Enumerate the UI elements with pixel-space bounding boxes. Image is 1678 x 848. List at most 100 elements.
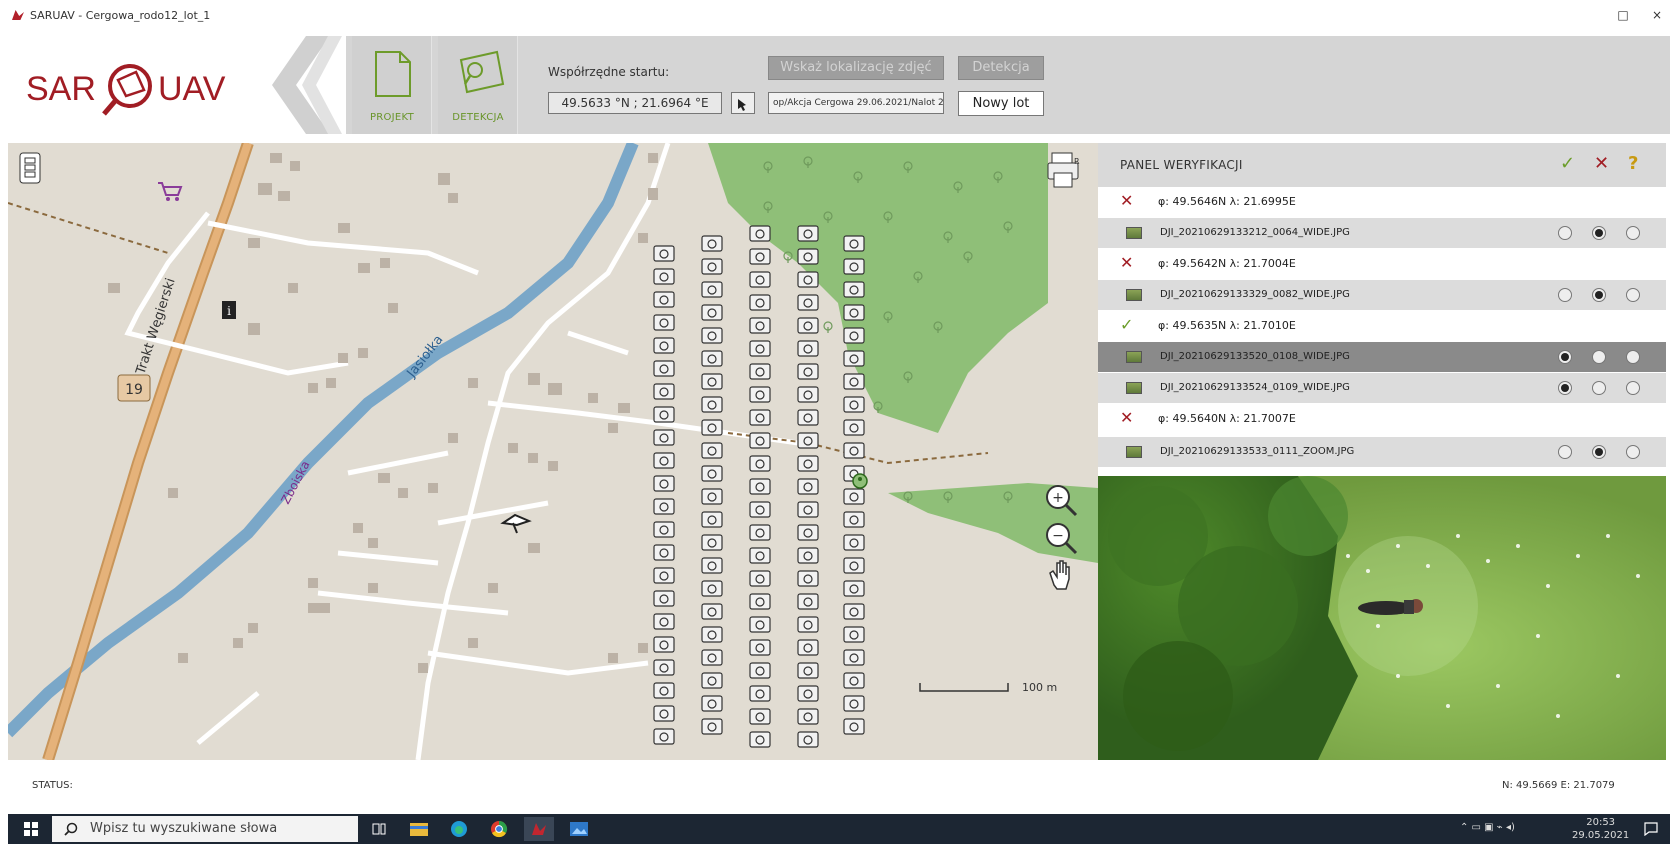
location-row[interactable]: ✕ φ: 49.5642N λ: 21.7004E <box>1098 249 1666 279</box>
verdict-reject-radio[interactable] <box>1592 381 1606 395</box>
camera-marker-icon[interactable] <box>701 258 723 275</box>
camera-marker-icon[interactable] <box>797 340 819 357</box>
camera-marker-icon[interactable] <box>653 360 675 377</box>
photos-app-icon[interactable] <box>564 817 594 841</box>
camera-marker-icon[interactable] <box>797 409 819 426</box>
camera-marker-icon[interactable] <box>797 708 819 725</box>
camera-marker-icon[interactable] <box>749 708 771 725</box>
camera-marker-icon[interactable] <box>749 271 771 288</box>
camera-marker-icon[interactable] <box>701 327 723 344</box>
task-view-icon[interactable] <box>364 817 394 841</box>
camera-marker-icon[interactable] <box>653 636 675 653</box>
camera-marker-icon[interactable] <box>843 350 865 367</box>
camera-marker-icon[interactable] <box>749 547 771 564</box>
camera-marker-icon[interactable] <box>701 373 723 390</box>
camera-marker-icon[interactable] <box>701 281 723 298</box>
camera-marker-icon[interactable] <box>749 248 771 265</box>
pan-hand-icon[interactable] <box>1049 560 1070 590</box>
camera-marker-icon[interactable] <box>653 406 675 423</box>
camera-marker-icon[interactable] <box>797 685 819 702</box>
windows-start-icon[interactable] <box>24 822 38 836</box>
camera-marker-icon[interactable] <box>843 396 865 413</box>
camera-marker-icon[interactable] <box>749 593 771 610</box>
camera-marker-icon[interactable] <box>797 639 819 656</box>
camera-marker-icon[interactable] <box>797 547 819 564</box>
camera-marker-icon[interactable] <box>843 258 865 275</box>
camera-marker-icon[interactable] <box>843 235 865 252</box>
camera-marker-icon[interactable] <box>653 314 675 331</box>
camera-marker-icon[interactable] <box>701 603 723 620</box>
camera-marker-icon[interactable] <box>653 521 675 538</box>
camera-marker-icon[interactable] <box>653 498 675 515</box>
camera-marker-icon[interactable] <box>749 294 771 311</box>
verdict-confirm-radio[interactable] <box>1558 288 1572 302</box>
start-coordinates-field[interactable]: 49.5633 °N ; 21.6964 °E <box>548 92 722 114</box>
camera-marker-icon[interactable] <box>653 682 675 699</box>
camera-marker-icon[interactable] <box>701 488 723 505</box>
camera-marker-icon[interactable] <box>797 731 819 748</box>
camera-marker-icon[interactable] <box>749 662 771 679</box>
camera-marker-icon[interactable] <box>653 245 675 262</box>
camera-marker-icon[interactable] <box>797 225 819 242</box>
camera-marker-icon[interactable] <box>749 317 771 334</box>
camera-marker-icon[interactable] <box>749 616 771 633</box>
image-row[interactable]: DJI_20210629133524_0109_WIDE.JPG <box>1098 373 1666 403</box>
camera-marker-icon[interactable] <box>843 511 865 528</box>
flight-path-field[interactable]: op/Akcja Cergowa 29.06.2021/Nalot 2 <box>768 92 944 114</box>
camera-marker-icon[interactable] <box>843 488 865 505</box>
verdict-unknown-radio[interactable] <box>1626 445 1640 459</box>
camera-marker-icon[interactable] <box>797 317 819 334</box>
camera-marker-icon[interactable] <box>843 626 865 643</box>
camera-marker-icon[interactable] <box>749 340 771 357</box>
camera-marker-icon[interactable] <box>797 432 819 449</box>
camera-marker-icon[interactable] <box>653 728 675 745</box>
verdict-reject-radio[interactable] <box>1592 350 1606 364</box>
camera-marker-icon[interactable] <box>843 327 865 344</box>
camera-marker-icon[interactable] <box>701 626 723 643</box>
camera-marker-icon[interactable] <box>843 603 865 620</box>
maximize-button[interactable]: □ <box>1614 6 1632 24</box>
camera-marker-icon[interactable] <box>843 304 865 321</box>
camera-marker-icon[interactable] <box>701 419 723 436</box>
collapse-chevron-icon[interactable] <box>272 36 342 134</box>
camera-marker-icon[interactable] <box>701 672 723 689</box>
verdict-reject-radio[interactable] <box>1592 445 1606 459</box>
camera-marker-icon[interactable] <box>843 373 865 390</box>
camera-marker-icon[interactable] <box>797 271 819 288</box>
close-window-button[interactable]: × <box>1648 6 1666 24</box>
edge-browser-icon[interactable] <box>444 817 474 841</box>
camera-marker-icon[interactable] <box>653 383 675 400</box>
reject-all-icon[interactable]: ✕ <box>1594 153 1609 174</box>
layers-icon[interactable] <box>19 152 41 184</box>
camera-marker-icon[interactable] <box>701 350 723 367</box>
new-flight-button[interactable]: Nowy lot <box>958 91 1044 116</box>
camera-marker-icon[interactable] <box>701 304 723 321</box>
camera-marker-icon[interactable] <box>701 465 723 482</box>
camera-marker-icon[interactable] <box>797 616 819 633</box>
camera-marker-icon[interactable] <box>797 294 819 311</box>
camera-marker-icon[interactable] <box>843 649 865 666</box>
camera-marker-icon[interactable] <box>701 396 723 413</box>
photo-location-markers[interactable] <box>653 225 865 748</box>
location-row[interactable]: ✕ φ: 49.5646N λ: 21.6995E <box>1098 187 1666 217</box>
camera-marker-icon[interactable] <box>797 363 819 380</box>
camera-marker-icon[interactable] <box>749 524 771 541</box>
camera-marker-icon[interactable] <box>843 672 865 689</box>
camera-marker-icon[interactable] <box>797 455 819 472</box>
camera-marker-icon[interactable] <box>843 695 865 712</box>
camera-marker-icon[interactable] <box>653 429 675 446</box>
verdict-reject-radio[interactable] <box>1592 288 1606 302</box>
file-explorer-icon[interactable] <box>404 817 434 841</box>
camera-marker-icon[interactable] <box>797 248 819 265</box>
camera-marker-icon[interactable] <box>797 593 819 610</box>
camera-marker-icon[interactable] <box>749 731 771 748</box>
map-view[interactable]: 19 Trakt Węgierski Jasiołka Zboiska i R … <box>8 143 1098 760</box>
camera-marker-icon[interactable] <box>701 442 723 459</box>
verdict-confirm-radio[interactable] <box>1558 350 1572 364</box>
unknown-all-icon[interactable]: ? <box>1628 153 1638 174</box>
camera-marker-icon[interactable] <box>653 475 675 492</box>
taskbar-search-input[interactable]: Wpisz tu wyszukiwane słowa <box>52 816 358 842</box>
camera-marker-icon[interactable] <box>653 337 675 354</box>
detection-button[interactable]: Detekcja <box>958 56 1044 80</box>
camera-marker-icon[interactable] <box>749 570 771 587</box>
